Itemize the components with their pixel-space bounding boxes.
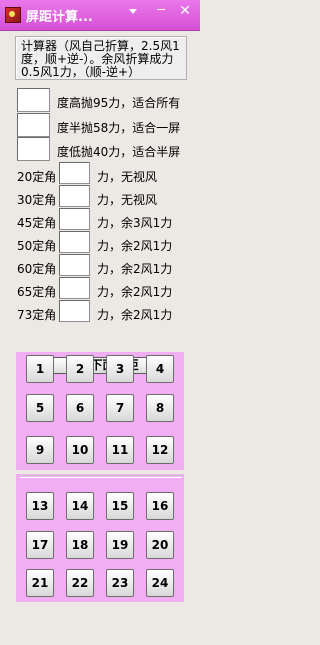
angle-note-73: 力，余2风1力 bbox=[97, 308, 173, 322]
screen-distance-header-button[interactable]: 点击下面屏距 bbox=[44, 357, 161, 374]
degree-input-95[interactable] bbox=[17, 88, 50, 112]
description-box: 计算器（风自己折算，2.5风1度，顺+逆-）。余风折算成力0.5风1力，（顺-逆… bbox=[15, 36, 187, 80]
screen-button-11[interactable]: 11 bbox=[106, 436, 134, 464]
screen-button-6[interactable]: 6 bbox=[66, 394, 94, 422]
angle-note-20: 力，无视风 bbox=[97, 170, 158, 184]
screen-button-3[interactable]: 3 bbox=[106, 355, 134, 383]
minimize-button[interactable] bbox=[122, 1, 144, 21]
screen-button-15[interactable]: 15 bbox=[106, 492, 134, 520]
angle-input-45[interactable] bbox=[59, 208, 90, 230]
angle-note-60: 力，余2风1力 bbox=[97, 262, 173, 276]
screen-button-18[interactable]: 18 bbox=[66, 531, 94, 559]
angle-input-65[interactable] bbox=[59, 277, 90, 299]
close-button[interactable]: ✕ bbox=[174, 1, 196, 21]
angle-label-20: 20定角 bbox=[17, 170, 57, 184]
screen-button-23[interactable]: 23 bbox=[106, 569, 134, 597]
screen-button-12[interactable]: 12 bbox=[146, 436, 174, 464]
screen-button-14[interactable]: 14 bbox=[66, 492, 94, 520]
degree-label-95: 度高抛95力，适合所有 bbox=[57, 96, 181, 110]
angle-note-30: 力，无视风 bbox=[97, 193, 158, 207]
window-title: 屏距计算... bbox=[26, 10, 93, 25]
angle-input-20[interactable] bbox=[59, 162, 90, 184]
angle-input-73[interactable] bbox=[59, 300, 90, 322]
screen-button-24[interactable]: 24 bbox=[146, 569, 174, 597]
screen-button-17[interactable]: 17 bbox=[26, 531, 54, 559]
screen-button-20[interactable]: 20 bbox=[146, 531, 174, 559]
screen-button-13[interactable]: 13 bbox=[26, 492, 54, 520]
title-bar: 屏距计算... ✕ bbox=[0, 0, 200, 31]
angle-label-45: 45定角 bbox=[17, 216, 57, 230]
screen-button-8[interactable]: 8 bbox=[146, 394, 174, 422]
app-icon bbox=[5, 7, 21, 23]
screen-button-7[interactable]: 7 bbox=[106, 394, 134, 422]
screen-button-2[interactable]: 2 bbox=[66, 355, 94, 383]
screen-button-22[interactable]: 22 bbox=[66, 569, 94, 597]
angle-label-50: 50定角 bbox=[17, 239, 57, 253]
screen-button-9[interactable]: 9 bbox=[26, 436, 54, 464]
degree-input-40[interactable] bbox=[17, 137, 50, 161]
angle-input-50[interactable] bbox=[59, 231, 90, 253]
screen-button-10[interactable]: 10 bbox=[66, 436, 94, 464]
degree-label-40: 度低抛40力，适合半屏 bbox=[57, 145, 181, 159]
maximize-button[interactable] bbox=[150, 1, 172, 21]
angle-note-65: 力，余2风1力 bbox=[97, 285, 173, 299]
angle-note-50: 力，余2风1力 bbox=[97, 239, 173, 253]
screen-button-19[interactable]: 19 bbox=[106, 531, 134, 559]
screen-button-4[interactable]: 4 bbox=[146, 355, 174, 383]
window-footer bbox=[0, 610, 200, 645]
angle-label-73: 73定角 bbox=[17, 308, 57, 322]
angle-label-60: 60定角 bbox=[17, 262, 57, 276]
degree-label-58: 度半抛58力，适合一屏 bbox=[57, 121, 181, 135]
angle-label-30: 30定角 bbox=[17, 193, 57, 207]
screen-button-16[interactable]: 16 bbox=[146, 492, 174, 520]
degree-input-58[interactable] bbox=[17, 113, 50, 137]
screen-button-21[interactable]: 21 bbox=[26, 569, 54, 597]
angle-note-45: 力，余3风1力 bbox=[97, 216, 173, 230]
screen-button-5[interactable]: 5 bbox=[26, 394, 54, 422]
angle-label-65: 65定角 bbox=[17, 285, 57, 299]
screen-button-1[interactable]: 1 bbox=[26, 355, 54, 383]
angle-input-30[interactable] bbox=[59, 185, 90, 207]
panel-divider bbox=[20, 475, 182, 478]
angle-input-60[interactable] bbox=[59, 254, 90, 276]
